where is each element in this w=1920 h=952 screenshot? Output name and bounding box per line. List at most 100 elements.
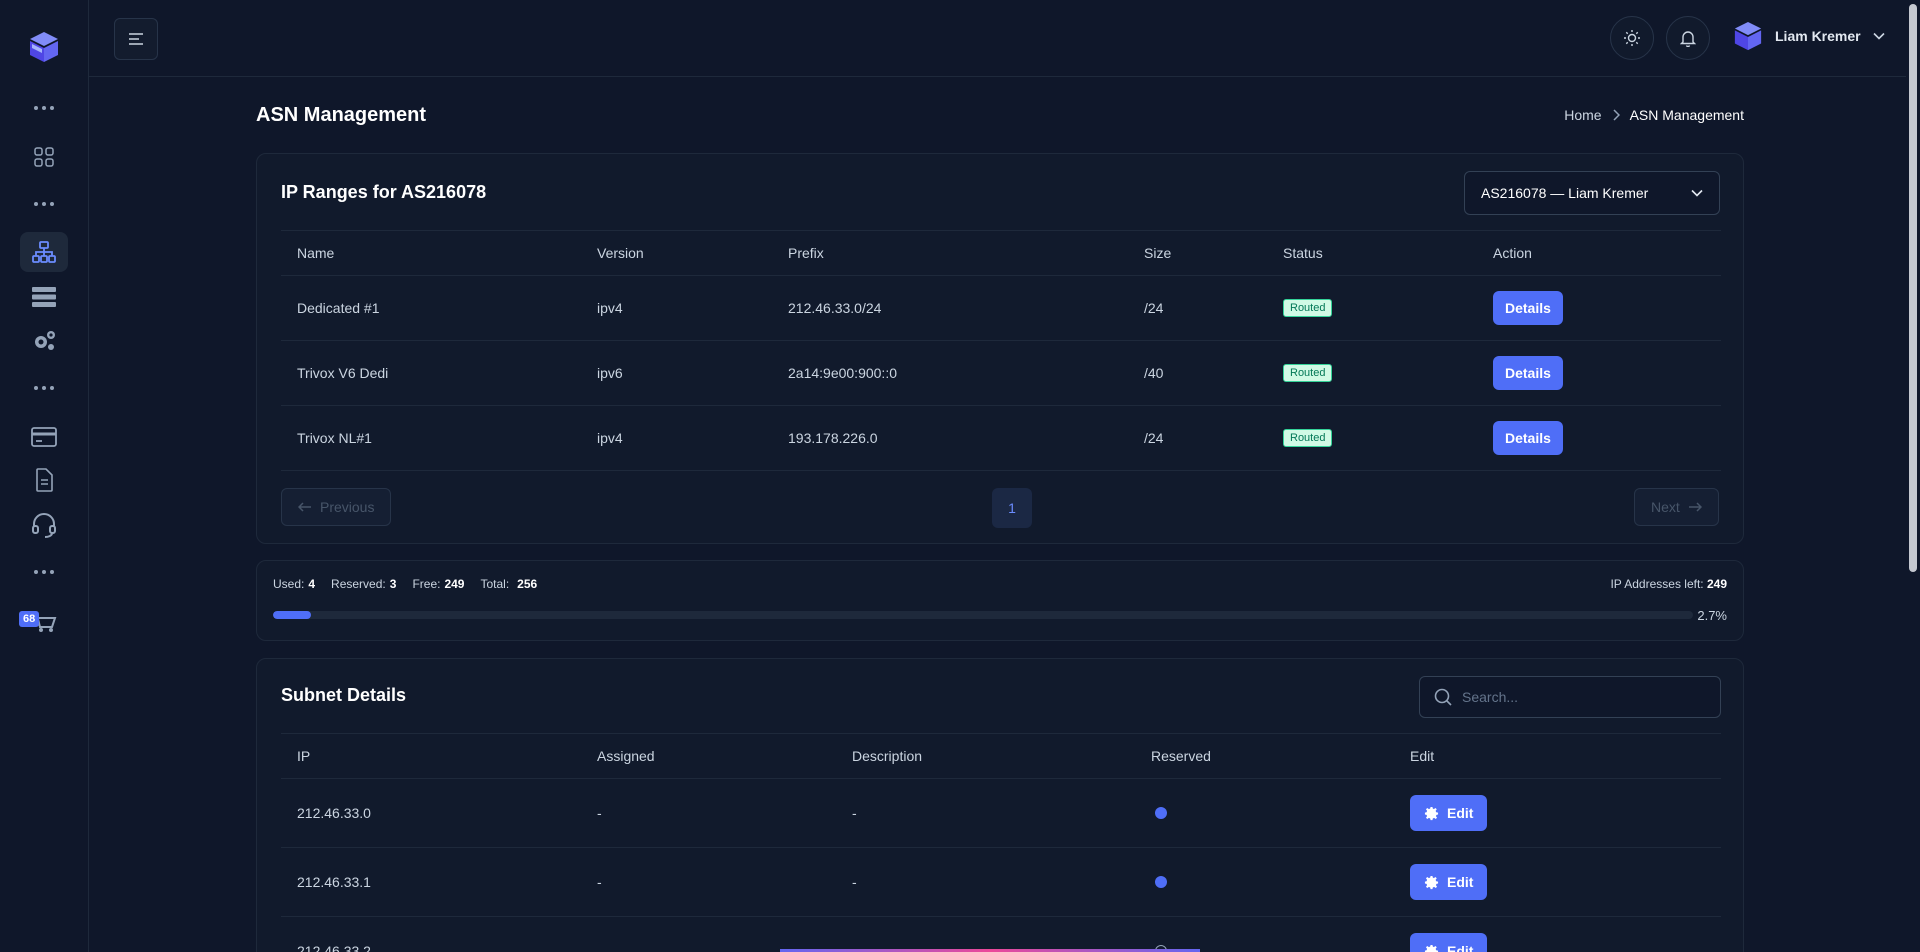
table-row: 212.46.33.0 - - Edit — [281, 779, 1721, 848]
menu-toggle-button[interactable] — [114, 18, 158, 60]
breadcrumb-home[interactable]: Home — [1564, 107, 1601, 123]
usage-progress-bar — [273, 611, 1693, 619]
subnet-ip: 212.46.33.1 — [297, 874, 371, 890]
col-assigned: Assigned — [597, 748, 655, 764]
col-edit: Edit — [1410, 748, 1435, 764]
notification-badge[interactable]: 68 — [19, 611, 57, 632]
usage-stats: Used: 4 Reserved: 3 Free: 249 Total: 256 — [273, 577, 537, 591]
table-header: IP Assigned Description Reserved Edit — [281, 733, 1721, 779]
credit-card-icon[interactable] — [20, 417, 68, 457]
reserved-indicator[interactable] — [1155, 917, 1167, 952]
sidebar: 68 — [0, 0, 89, 952]
sun-icon — [1624, 30, 1640, 46]
status-badge-label: Routed — [1283, 364, 1333, 382]
more-dots-icon[interactable] — [30, 103, 58, 113]
search-icon — [1434, 688, 1452, 706]
asn-select-value: AS216078 — Liam Kremer — [1481, 185, 1649, 201]
search-input[interactable]: Search... — [1419, 676, 1721, 718]
used-label: Used: — [273, 577, 305, 591]
support-headset-icon[interactable] — [20, 505, 68, 545]
gears-icon[interactable] — [20, 320, 68, 360]
edit-button[interactable]: Edit — [1410, 795, 1488, 831]
table-row: Trivox V6 Dedi ipv6 2a14:9e00:900::0 /40… — [281, 341, 1721, 406]
subnet-assigned: - — [597, 874, 602, 890]
topbar: Liam Kremer — [89, 0, 1920, 77]
previous-label: Previous — [320, 499, 375, 515]
asn-select[interactable]: AS216078 — Liam Kremer — [1464, 171, 1720, 215]
next-page-button[interactable]: Next — [1634, 488, 1719, 526]
edit-button[interactable]: Edit — [1410, 864, 1488, 900]
badge-count: 68 — [19, 611, 40, 627]
theme-toggle-button[interactable] — [1610, 16, 1654, 60]
breadcrumb-current: ASN Management — [1629, 107, 1744, 123]
reserved-indicator[interactable] — [1155, 848, 1167, 916]
chevron-right-icon — [1613, 109, 1620, 121]
page-title: ASN Management — [256, 104, 427, 126]
user-name: Liam Kremer — [1775, 28, 1861, 44]
table-row: 212.46.33.2 Edit — [281, 917, 1721, 952]
edit-label: Edit — [1447, 943, 1474, 952]
edit-label: Edit — [1447, 805, 1474, 821]
total-stat: Total: 256 — [480, 577, 537, 591]
more-dots-icon[interactable] — [30, 199, 58, 209]
range-name: Trivox V6 Dedi — [297, 365, 389, 381]
col-action: Action — [1493, 245, 1532, 261]
used-stat: Used: 4 — [273, 577, 315, 591]
col-prefix: Prefix — [788, 245, 824, 261]
gear-icon — [1424, 944, 1439, 952]
chevron-down-icon — [1691, 189, 1703, 197]
subnet-table: IP Assigned Description Reserved Edit 21… — [281, 733, 1721, 952]
usage-percent: 2.7% — [1697, 608, 1727, 623]
status-badge: Routed — [1283, 341, 1333, 405]
app-logo-icon[interactable] — [28, 30, 60, 64]
details-button[interactable]: Details — [1493, 291, 1563, 325]
status-badge-label: Routed — [1283, 429, 1333, 447]
dashboard-grid-icon[interactable] — [20, 137, 68, 177]
edit-label: Edit — [1447, 874, 1474, 890]
page-number-button[interactable]: 1 — [992, 488, 1032, 528]
usage-progress-fill — [273, 611, 312, 619]
server-icon[interactable] — [20, 277, 68, 317]
reserved-indicator[interactable] — [1155, 779, 1167, 847]
ip-addresses-left: IP Addresses left: 249 — [1610, 577, 1727, 591]
breadcrumb: Home ASN Management — [1564, 107, 1744, 123]
col-status: Status — [1283, 245, 1323, 261]
subnet-details-title: Subnet Details — [281, 685, 407, 705]
reserved-dot — [1155, 807, 1167, 819]
range-size: /24 — [1144, 300, 1164, 316]
col-ip: IP — [297, 748, 311, 764]
range-prefix: 193.178.226.0 — [788, 430, 878, 446]
reserved-label: Reserved: — [331, 577, 386, 591]
edit-cell: Edit — [1410, 848, 1488, 916]
details-cell: Details — [1493, 276, 1563, 340]
menu-icon — [129, 33, 143, 45]
usage-card: Used: 4 Reserved: 3 Free: 249 Total: 256 IP … — [256, 560, 1744, 641]
document-icon[interactable] — [20, 460, 68, 500]
notifications-button[interactable] — [1666, 16, 1710, 60]
details-button[interactable]: Details — [1493, 356, 1563, 390]
edit-cell: Edit — [1410, 779, 1488, 847]
edit-cell: Edit — [1410, 917, 1488, 952]
subnet-details-card: Subnet Details Search... IP Assigned Des… — [256, 658, 1744, 952]
more-dots-icon[interactable] — [30, 567, 58, 577]
range-version: ipv4 — [597, 300, 623, 316]
gear-icon — [1424, 875, 1439, 889]
details-button[interactable]: Details — [1493, 421, 1563, 455]
previous-page-button[interactable]: Previous — [281, 488, 392, 526]
range-prefix: 212.46.33.0/24 — [788, 300, 882, 316]
more-dots-icon[interactable] — [30, 383, 58, 393]
edit-button[interactable]: Edit — [1410, 933, 1488, 952]
ip-ranges-title: IP Ranges for AS216078 — [281, 182, 487, 202]
status-badge-label: Routed — [1283, 299, 1333, 317]
chevron-down-icon — [1873, 32, 1885, 40]
total-label: Total: — [480, 577, 510, 591]
free-value: 249 — [444, 577, 465, 591]
ip-left-value: 249 — [1706, 577, 1727, 591]
used-value: 4 — [308, 577, 316, 591]
free-stat: Free: 249 — [412, 577, 464, 591]
scrollbar-thumb[interactable] — [1909, 4, 1917, 572]
range-version: ipv4 — [597, 430, 623, 446]
network-icon[interactable] — [20, 232, 68, 272]
user-menu[interactable]: Liam Kremer — [1733, 20, 1885, 52]
page-scrollbar[interactable] — [1906, 0, 1920, 952]
